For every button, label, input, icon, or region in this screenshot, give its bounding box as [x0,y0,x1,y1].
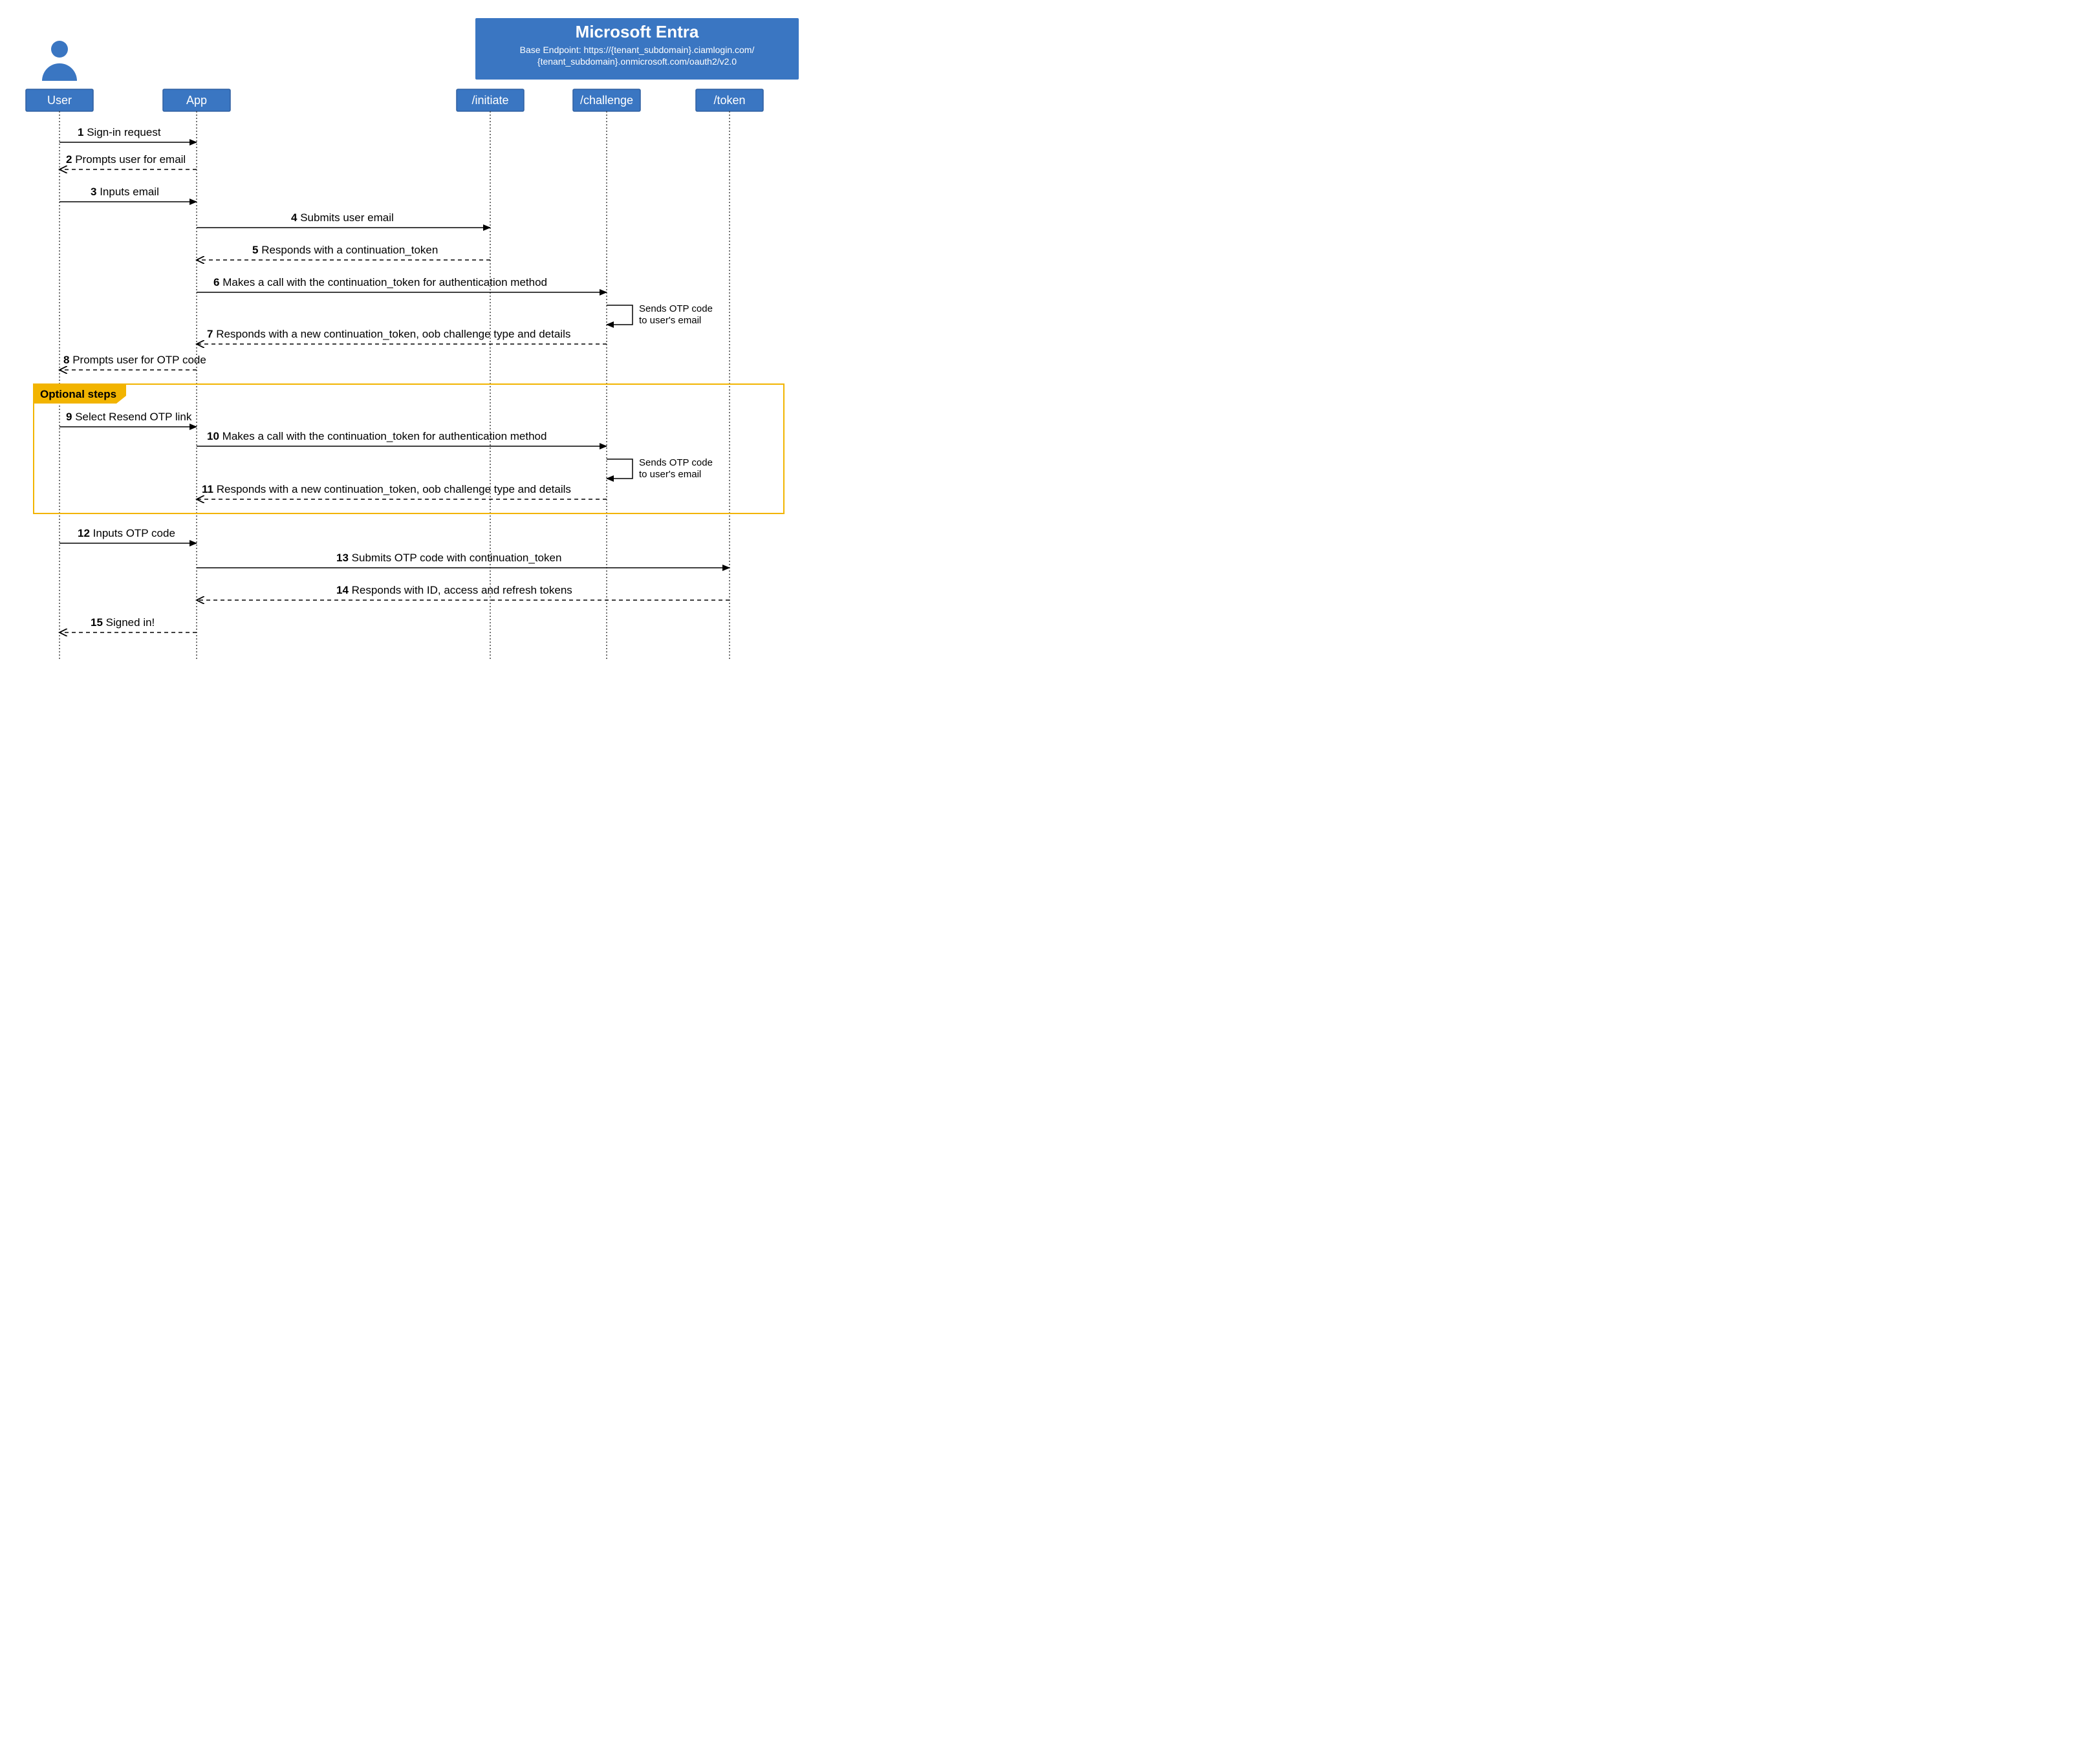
svg-text:/token: /token [713,94,745,107]
svg-text:/initiate: /initiate [471,94,508,107]
participant-user: User [26,89,93,111]
banner-sub2: {tenant_subdomain}.onmicrosoft.com/oauth… [537,56,737,67]
self-msg-1-line [607,305,633,325]
msg-6-label: 6 Makes a call with the continuation_tok… [213,276,547,288]
msg-4-label: 4 Submits user email [291,211,394,224]
participant-initiate: /initiate [457,89,524,111]
banner-title: Microsoft Entra [576,22,699,41]
msg-15-label: 15 Signed in! [91,616,155,629]
participant-token: /token [696,89,763,111]
self-msg-2-label-a: Sends OTP code [639,457,713,468]
msg-10-label: 10 Makes a call with the continuation_to… [207,430,547,442]
svg-text:App: App [186,94,207,107]
sequence-diagram: Microsoft Entra Base Endpoint: https://{… [13,13,802,673]
participant-challenge: /challenge [573,89,640,111]
svg-text:/challenge: /challenge [580,94,633,107]
msg-2-label: 2 Prompts user for email [66,153,186,166]
self-msg-1-label-b: to user's email [639,315,701,326]
self-msg-1-label-a: Sends OTP code [639,303,713,314]
msg-5-label: 5 Responds with a continuation_token [252,244,438,256]
msg-3-label: 3 Inputs email [91,186,159,198]
msg-14-label: 14 Responds with ID, access and refresh … [336,584,572,596]
self-msg-2-label-b: to user's email [639,469,701,480]
participant-app: App [163,89,230,111]
msg-11-label: 11 Responds with a new continuation_toke… [202,483,571,495]
svg-text:User: User [47,94,72,107]
optional-tag-label: Optional steps [40,388,116,400]
actor-icon [42,41,77,81]
msg-12-label: 12 Inputs OTP code [78,527,175,539]
self-msg-2-line [607,459,633,479]
msg-7-label: 7 Responds with a new continuation_token… [207,328,570,340]
banner-sub1: Base Endpoint: https://{tenant_subdomain… [520,45,755,55]
msg-9-label: 9 Select Resend OTP link [66,411,192,423]
msg-13-label: 13 Submits OTP code with continuation_to… [336,552,561,564]
msg-1-label: 1 Sign-in request [78,126,161,138]
msg-8-label: 8 Prompts user for OTP code [63,354,206,366]
